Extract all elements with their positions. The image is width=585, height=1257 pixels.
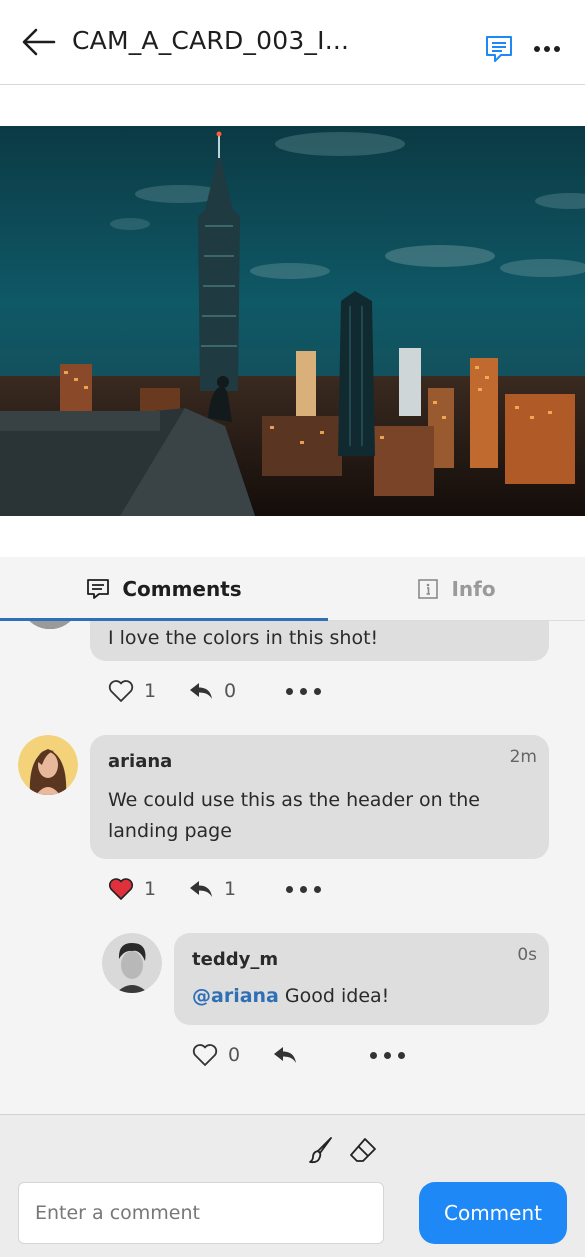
info-icon: [418, 579, 439, 599]
comment-timestamp: 0s: [517, 945, 537, 965]
like-count: 0: [228, 1044, 241, 1066]
tab-comments-label: Comments: [122, 577, 242, 601]
comment-more-button[interactable]: [286, 681, 321, 701]
avatar[interactable]: [102, 933, 162, 993]
comment-timestamp: 2m: [509, 747, 537, 767]
back-button[interactable]: [20, 26, 58, 58]
reply-icon: [190, 683, 212, 699]
comments-list[interactable]: I love the colors in this shot! 1 0 aria…: [0, 621, 585, 1114]
reply-icon: [274, 1047, 296, 1063]
like-button[interactable]: 1: [108, 677, 156, 705]
user-mention[interactable]: @ariana: [192, 985, 279, 1007]
heart-outline-icon: [192, 1044, 218, 1066]
eraser-icon: [350, 1138, 376, 1162]
dot-icon: [286, 885, 293, 893]
dot-icon: [300, 687, 307, 695]
heart-outline-icon: [108, 680, 134, 702]
dot-icon: [384, 1051, 391, 1059]
reply-text: Good idea!: [278, 985, 390, 1007]
comment-more-button[interactable]: [370, 1045, 405, 1065]
like-button[interactable]: 1: [108, 875, 156, 903]
image-viewer: [0, 85, 585, 557]
dot-icon: [300, 885, 307, 893]
comments-toggle-button[interactable]: [484, 34, 514, 64]
tab-comments[interactable]: Comments: [0, 557, 328, 621]
like-count: 1: [144, 878, 157, 900]
avatar[interactable]: [20, 621, 80, 629]
tab-bar: Comments Info: [0, 557, 585, 621]
heart-filled-icon: [108, 878, 134, 900]
avatar[interactable]: [18, 735, 78, 795]
reply-button[interactable]: 1: [188, 875, 236, 903]
comment-author[interactable]: ariana: [108, 751, 172, 772]
like-button[interactable]: 0: [192, 1041, 240, 1069]
arrow-left-icon: [22, 28, 56, 56]
eraser-tool-button[interactable]: [348, 1135, 378, 1165]
comment-bubble: I love the colors in this shot!: [90, 621, 549, 661]
dot-icon: [286, 687, 293, 695]
submit-comment-button[interactable]: Comment: [419, 1182, 567, 1244]
dot-icon: [314, 885, 321, 893]
comment-text: @ariana Good idea!: [192, 981, 389, 1012]
reply-button[interactable]: [272, 1041, 298, 1069]
dot-icon: [398, 1051, 405, 1059]
reply-icon: [190, 881, 212, 897]
like-count: 1: [144, 680, 157, 702]
top-bar: CAM_A_CARD_003_I...: [0, 0, 585, 85]
more-options-button[interactable]: [532, 36, 562, 60]
comment-text: I love the colors in this shot!: [108, 627, 379, 649]
comment-bubble: teddy_m 0s @ariana Good idea!: [174, 933, 549, 1025]
comment-bubble: ariana 2m We could use this as the heade…: [90, 735, 549, 859]
comment-more-button[interactable]: [286, 879, 321, 899]
city-night-photo[interactable]: [0, 126, 585, 516]
brush-tool-button[interactable]: [306, 1135, 336, 1165]
comment-input[interactable]: [18, 1182, 384, 1244]
tab-info[interactable]: Info: [328, 557, 585, 621]
tab-info-label: Info: [451, 577, 496, 601]
reply-count: 0: [224, 680, 237, 702]
message-square-icon: [87, 579, 110, 599]
more-horizontal-icon: [534, 46, 560, 52]
dot-icon: [314, 687, 321, 695]
brush-icon: [309, 1137, 332, 1164]
page-title: CAM_A_CARD_003_I...: [72, 26, 350, 55]
comment-author[interactable]: teddy_m: [192, 949, 278, 970]
comment-text: We could use this as the header on the l…: [108, 789, 480, 842]
reply-count: 1: [224, 878, 237, 900]
comment-composer: Comment: [0, 1114, 585, 1257]
reply-button[interactable]: 0: [188, 677, 236, 705]
message-square-icon: [486, 36, 512, 62]
dot-icon: [370, 1051, 377, 1059]
